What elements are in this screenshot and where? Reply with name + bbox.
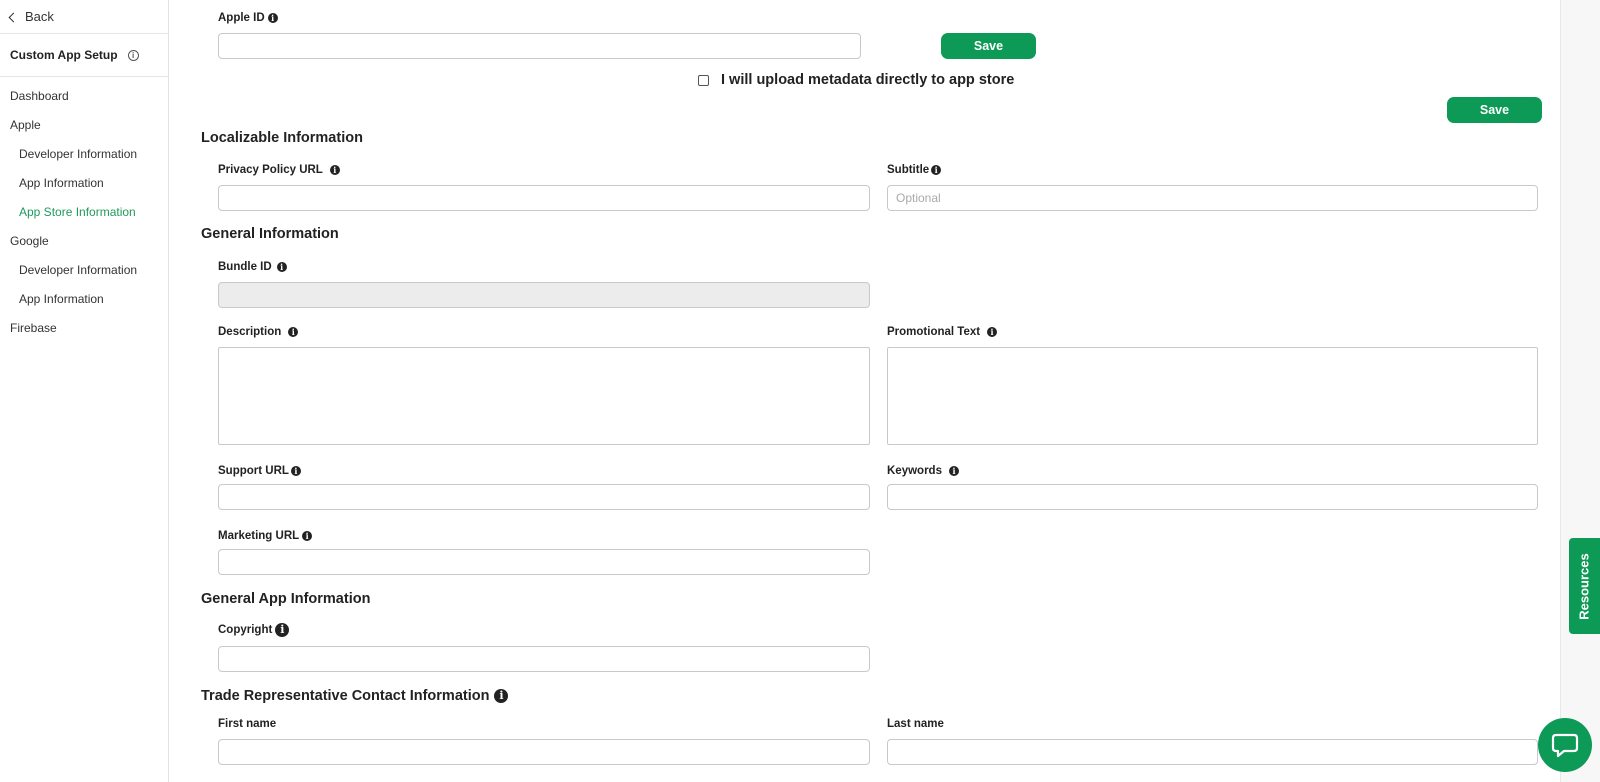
save-button[interactable]: Save [1447, 97, 1542, 123]
subtitle-label-text: Subtitle [887, 164, 930, 176]
sidebar-item-apple-developer-information[interactable]: Developer Information [0, 144, 168, 173]
info-icon[interactable]: i [948, 466, 959, 476]
copyright-label-text: Copyright [218, 624, 273, 636]
resources-label: Resources [1577, 552, 1593, 620]
bundle-id-label: Bundle ID i [218, 261, 287, 273]
localizable-information-heading: Localizable Information [201, 130, 363, 146]
trade-representative-heading-text: Trade Representative Contact Information [201, 688, 490, 704]
keywords-label-text: Keywords [887, 465, 942, 477]
upload-metadata-label: I will upload metadata directly to app s… [721, 72, 1015, 88]
trade-representative-heading: Trade Representative Contact Information… [201, 688, 509, 704]
info-icon[interactable]: i [987, 327, 998, 337]
info-icon[interactable]: i [302, 531, 313, 541]
back-button[interactable]: Back [0, 0, 168, 34]
info-icon[interactable]: i [931, 165, 942, 175]
info-icon[interactable]: i [288, 327, 299, 337]
marketing-url-label: Marketing URL i [218, 530, 313, 542]
first-name-label-text: First name [218, 718, 277, 730]
promotional-text-label-text: Promotional Text [887, 326, 981, 338]
sidebar: Back Custom App Setup i Dashboard Apple … [0, 0, 169, 782]
subtitle-label: Subtitle i [887, 164, 942, 176]
sidebar-item-dashboard[interactable]: Dashboard [0, 86, 168, 115]
marketing-url-label-text: Marketing URL [218, 530, 300, 542]
right-gutter [1560, 0, 1600, 782]
copyright-label: Copyright i [218, 623, 290, 637]
first-name-label: First name [218, 718, 276, 730]
sidebar-title: Custom App Setup i [0, 34, 168, 77]
support-url-label: Support URL i [218, 465, 301, 477]
chat-bubble-icon [1551, 733, 1579, 758]
sidebar-item-google-developer-information[interactable]: Developer Information [0, 260, 168, 289]
sidebar-item-app-store-information[interactable]: App Store Information [0, 202, 168, 231]
sidebar-item-google-app-information[interactable]: App Information [0, 289, 168, 318]
sidebar-nav: Dashboard Apple Developer Information Ap… [0, 77, 168, 347]
apple-id-input[interactable] [218, 33, 861, 59]
sidebar-title-text: Custom App Setup [10, 48, 118, 62]
keywords-input[interactable] [887, 484, 1538, 510]
info-icon[interactable]: i [275, 623, 290, 637]
back-label: Back [25, 9, 54, 24]
privacy-policy-url-input[interactable] [218, 185, 870, 211]
general-app-information-heading: General App Information [201, 591, 371, 607]
last-name-label-text: Last name [887, 718, 944, 730]
sidebar-item-apple-app-information[interactable]: App Information [0, 173, 168, 202]
privacy-policy-url-label: Privacy Policy URL i [218, 164, 340, 176]
info-icon[interactable]: i [329, 165, 340, 175]
info-icon[interactable]: i [127, 49, 139, 61]
privacy-policy-url-label-text: Privacy Policy URL [218, 164, 323, 176]
chat-button[interactable] [1538, 718, 1592, 772]
resources-tab[interactable]: Resources [1569, 538, 1600, 634]
bundle-id-label-text: Bundle ID [218, 261, 272, 273]
keywords-label: Keywords i [887, 465, 959, 477]
main-content: Apple ID i Save I will upload metadata d… [178, 0, 1560, 782]
description-label: Description i [218, 326, 299, 338]
apple-id-label-text: Apple ID [218, 12, 265, 24]
description-textarea[interactable] [218, 347, 870, 445]
apple-id-label: Apple ID i [218, 12, 278, 24]
apple-id-save-button[interactable]: Save [941, 33, 1036, 59]
upload-metadata-checkbox[interactable] [698, 74, 709, 86]
subtitle-input[interactable] [887, 185, 1538, 211]
sidebar-item-google[interactable]: Google [0, 231, 168, 260]
last-name-input[interactable] [887, 739, 1538, 765]
chevron-left-icon [8, 12, 19, 22]
support-url-label-text: Support URL [218, 465, 289, 477]
info-icon[interactable]: i [494, 689, 509, 703]
last-name-label: Last name [887, 718, 944, 730]
info-icon[interactable]: i [290, 466, 301, 476]
description-label-text: Description [218, 326, 282, 338]
info-icon[interactable]: i [276, 262, 287, 272]
promotional-text-label: Promotional Text i [887, 326, 998, 338]
sidebar-item-firebase[interactable]: Firebase [0, 318, 168, 347]
support-url-input[interactable] [218, 484, 870, 510]
upload-metadata-row: I will upload metadata directly to app s… [698, 72, 1014, 88]
copyright-input[interactable] [218, 646, 870, 672]
info-icon[interactable]: i [267, 13, 278, 23]
first-name-input[interactable] [218, 739, 870, 765]
promotional-text-textarea[interactable] [887, 347, 1538, 445]
general-information-heading: General Information [201, 226, 339, 242]
marketing-url-input[interactable] [218, 549, 870, 575]
bundle-id-input [218, 282, 870, 308]
sidebar-item-apple[interactable]: Apple [0, 115, 168, 144]
